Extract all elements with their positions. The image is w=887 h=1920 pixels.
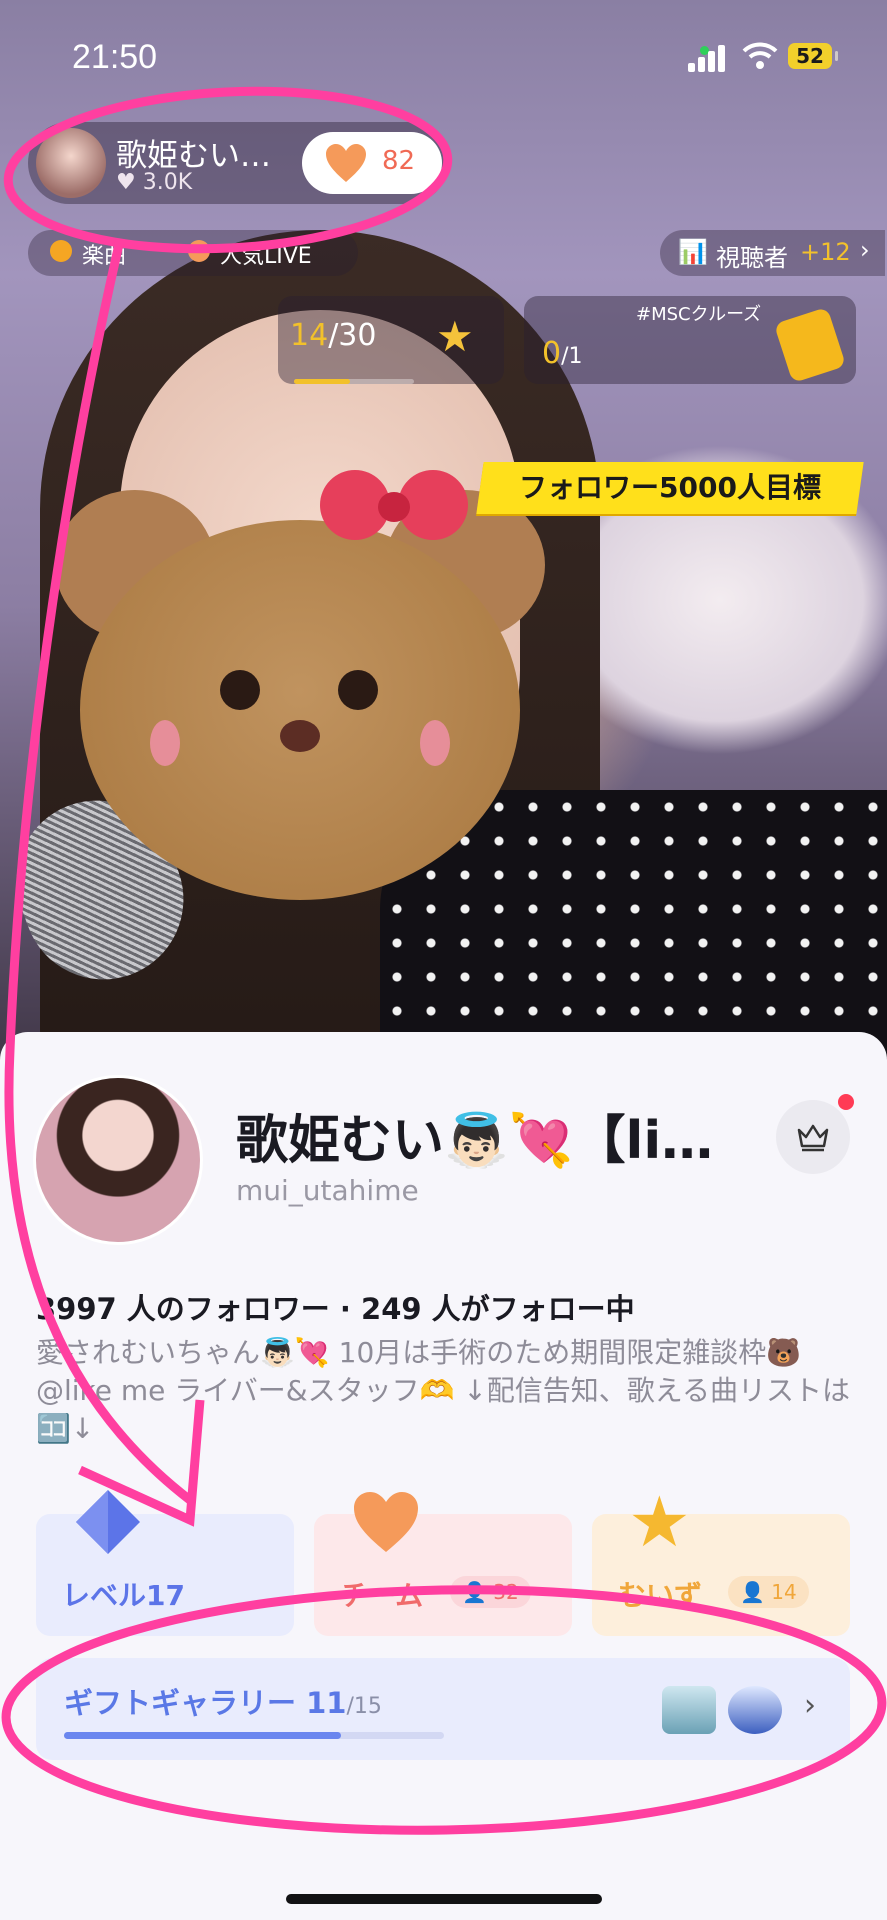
star-goal-box[interactable]: 14/30 ★ [278, 296, 504, 384]
crown-icon [797, 1124, 829, 1152]
status-bar: 21:50 52 [0, 30, 887, 80]
fans-card[interactable]: ★ むいず 👤 14 [592, 1486, 850, 1636]
gift-thumbnail-2 [728, 1686, 782, 1734]
suitcase-icon [773, 306, 847, 384]
gift-gallery-label: ギフトギャラリー [64, 1686, 297, 1720]
goal2-current: 0 [542, 336, 562, 371]
diamond-icon [76, 1490, 140, 1554]
chart-icon: 📊 [678, 238, 708, 266]
crown-button[interactable] [776, 1094, 854, 1174]
profile-avatar[interactable] [36, 1078, 200, 1242]
home-indicator[interactable] [286, 1894, 602, 1904]
profile-handle: mui_utahime [236, 1174, 419, 1207]
bear-cheek-right [420, 720, 450, 766]
team-count: 👤 32 [450, 1576, 531, 1608]
battery-icon: 52 [788, 43, 838, 69]
goal2-total: /1 [561, 344, 583, 369]
star-icon: ★ [436, 312, 474, 361]
bear-eye-right [338, 670, 378, 710]
like-count: 82 [382, 146, 416, 176]
person-icon: 👤 [462, 1580, 487, 1604]
tag-1: 楽曲 [82, 244, 127, 269]
bear-head [80, 520, 520, 900]
level-label: レベル17 [62, 1579, 185, 1612]
bear-face-sticker [55, 470, 545, 900]
bear-bow [320, 470, 470, 550]
signal-icon [688, 44, 730, 72]
gift-gallery-title: ギフトギャラリー 11/15 [64, 1680, 382, 1722]
bear-nose [280, 720, 320, 752]
profile-bio: 愛されむいちゃん👼🏻💘 10月は手術のため期間限定雑談枠🐻 @like me ラ… [36, 1336, 850, 1445]
gift-gallery-total: /15 [346, 1694, 382, 1719]
viewers-button[interactable]: 📊 視聴者 +12 › [660, 230, 885, 276]
gift-gallery-progress [64, 1732, 444, 1739]
host-likes-value: 3.0K [142, 170, 193, 195]
goal1-current: 14 [290, 318, 329, 353]
star-icon: ★ [628, 1481, 691, 1563]
viewers-delta: +12 [800, 238, 851, 266]
orange-heart-icon [326, 144, 366, 182]
bear-eye-left [220, 670, 260, 710]
team-count-value: 32 [493, 1580, 519, 1604]
stream-tags[interactable]: 楽曲 人気LIVE [28, 230, 358, 276]
wifi-icon [742, 42, 778, 69]
team-card[interactable]: チーム 👤 32 [314, 1492, 572, 1636]
chevron-right-icon: › [860, 236, 870, 264]
gift-gallery-row[interactable]: ギフトギャラリー 11/15 › [36, 1658, 850, 1760]
orange-heart-icon [354, 1492, 418, 1552]
heart-icon: ♥ [116, 170, 136, 195]
bear-cheek-left [150, 720, 180, 766]
fans-count: 👤 14 [728, 1576, 809, 1608]
person-icon: 👤 [740, 1580, 765, 1604]
flame-icon [188, 240, 210, 262]
team-label: チーム [340, 1579, 424, 1612]
status-time: 21:50 [72, 38, 158, 76]
banner-text: フォロワー5000人目標 [519, 471, 821, 504]
like-button[interactable]: 82 [302, 132, 442, 194]
fans-count-value: 14 [771, 1580, 797, 1604]
chevron-right-icon: › [804, 1688, 816, 1723]
goal2-tag: #MSCクルーズ [636, 304, 762, 325]
follow-stats[interactable]: 3997 人のフォロワー · 249 人がフォロー中 [36, 1286, 635, 1328]
gift-thumbnail-1 [662, 1686, 716, 1734]
viewers-label: 視聴者 [716, 244, 788, 272]
host-likes: ♥ 3.0K [116, 170, 192, 195]
notification-dot [838, 1094, 854, 1110]
follower-goal-banner: フォロワー5000人目標 [476, 462, 864, 514]
level-card[interactable]: レベル17 [36, 1490, 294, 1636]
goal1-total: /30 [328, 318, 377, 353]
fans-label: むいず [618, 1579, 703, 1612]
cruise-goal-box[interactable]: #MSCクルーズ 0/1 [524, 296, 856, 384]
goal1-progress [294, 379, 414, 384]
profile-name: 歌姫むい👼🏻💘【li… [236, 1111, 714, 1171]
gift-gallery-count: 11 [306, 1686, 347, 1720]
host-name: 歌姫むい… [116, 138, 271, 174]
host-avatar[interactable] [36, 128, 106, 198]
tag-icon [50, 240, 72, 262]
tag-2: 人気LIVE [220, 244, 312, 269]
